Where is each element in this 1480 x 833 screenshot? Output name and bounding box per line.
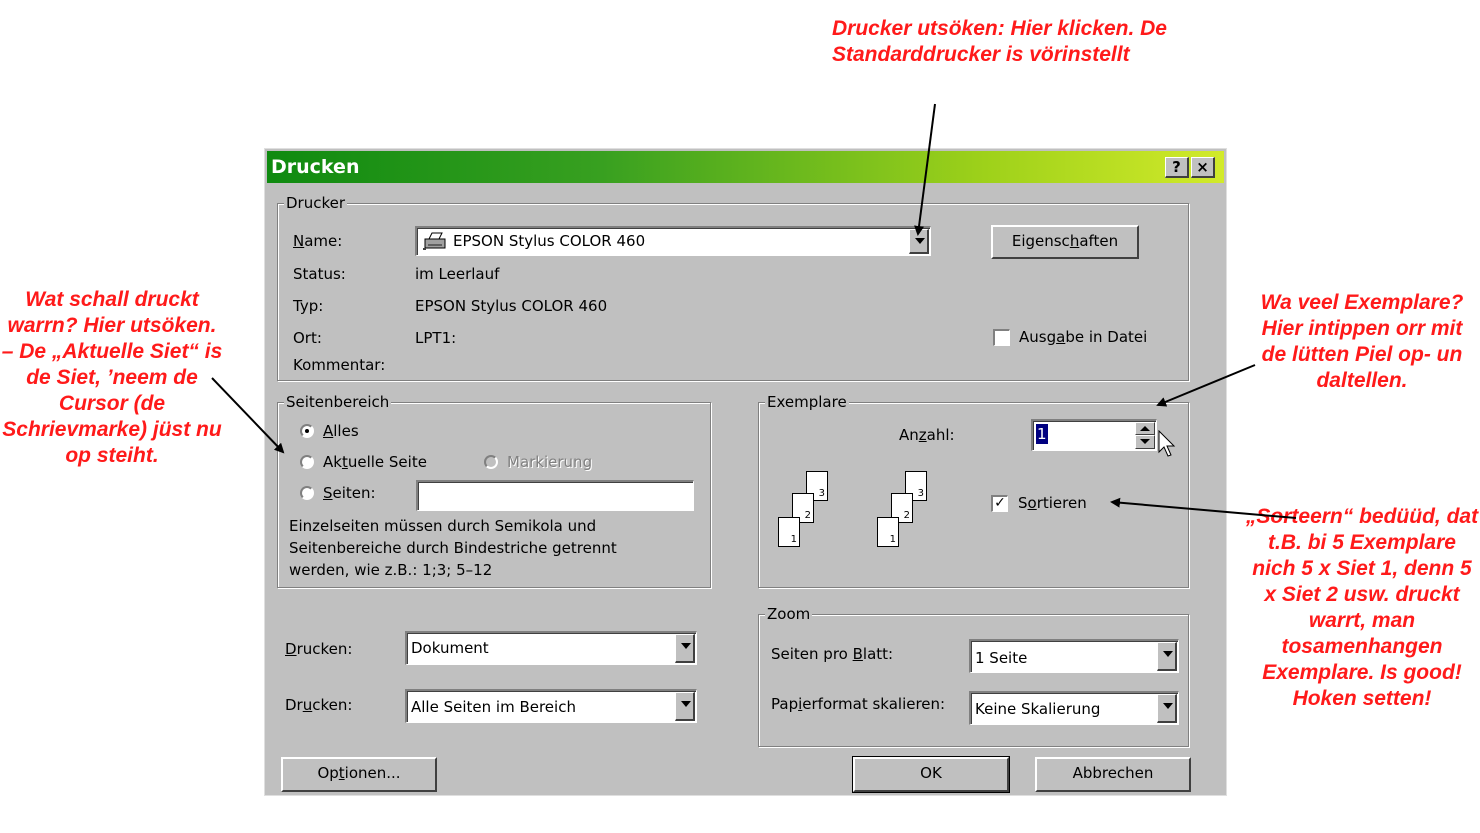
arrow-to-collate bbox=[1110, 497, 1297, 519]
arrow-to-printer-dropdown bbox=[914, 103, 936, 236]
annotation-arrows bbox=[211, 103, 1297, 519]
arrow-to-current-page bbox=[211, 377, 285, 454]
arrow-to-copies-spinner bbox=[1156, 364, 1256, 407]
